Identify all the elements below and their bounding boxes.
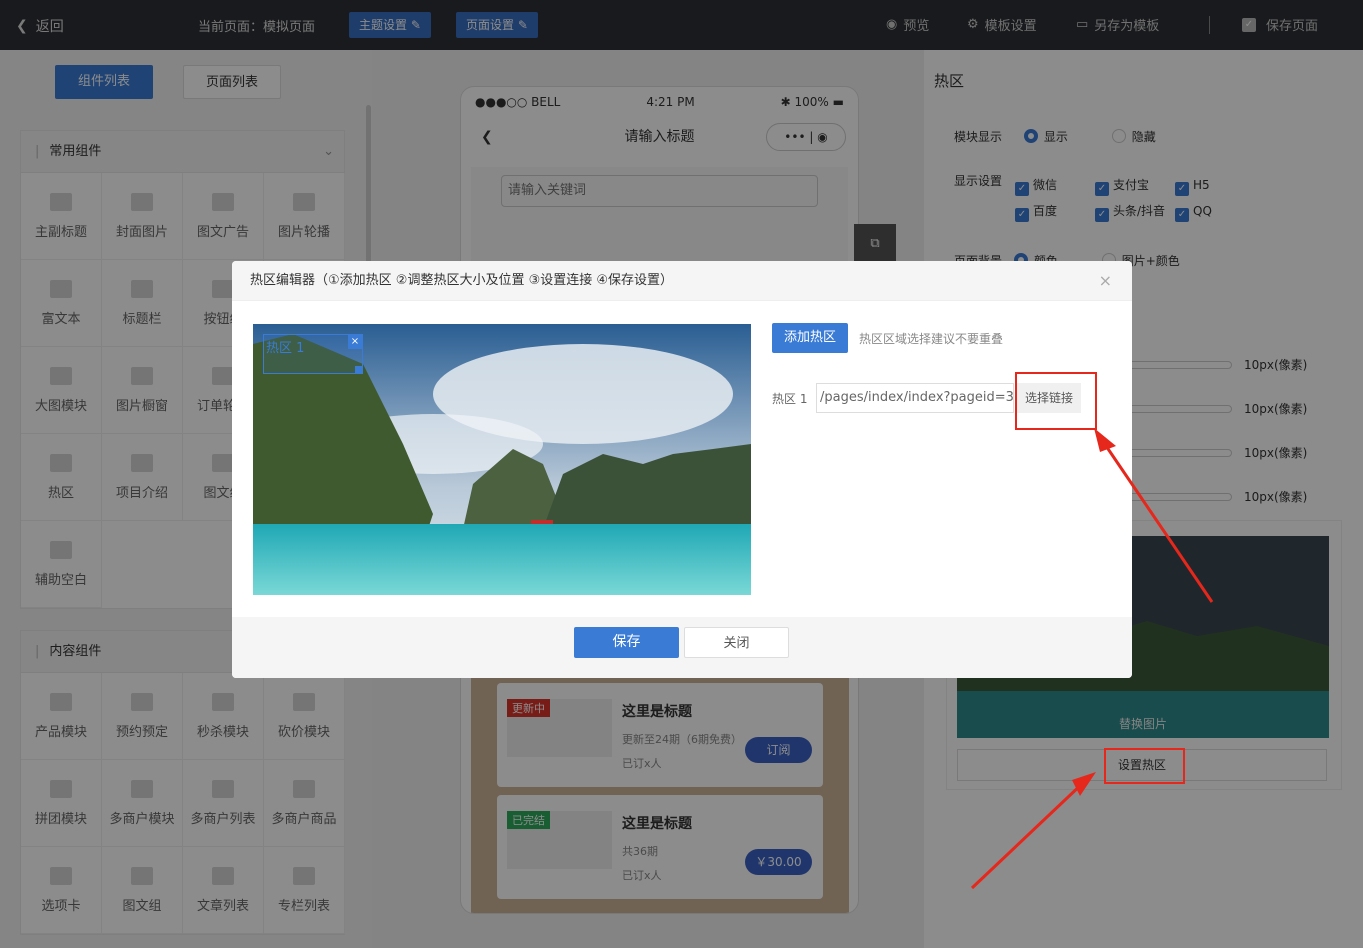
annotation-arrows (970, 428, 1214, 890)
